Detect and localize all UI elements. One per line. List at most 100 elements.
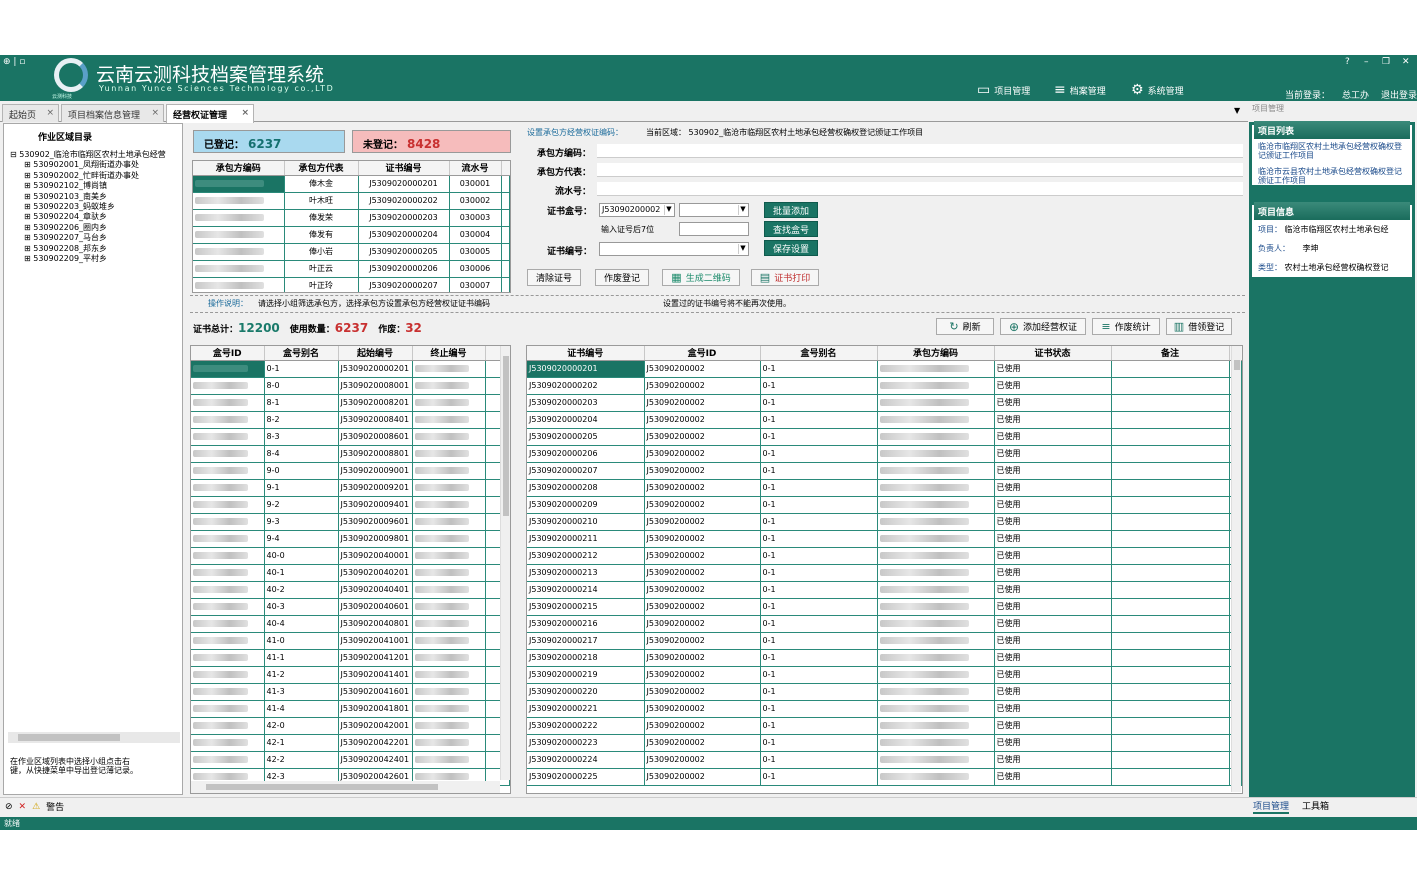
bottom-tab-toolbox[interactable]: 工具箱	[1302, 799, 1329, 812]
contractor-code-field[interactable]	[597, 144, 1243, 158]
table-row[interactable]: 9-1 J5309020009201	[191, 479, 510, 497]
find-box-button[interactable]: 查找盒号	[764, 221, 818, 237]
table-row[interactable]: 8-1 J5309020008201	[191, 394, 510, 412]
table-row[interactable]: 俸小岩 J5309020000205 030005	[193, 243, 510, 261]
cert-no-select[interactable]: ▼	[599, 242, 749, 256]
table-row[interactable]: J5309020000219 J53090200002 0-1 已使用	[527, 666, 1242, 684]
tree-node[interactable]: ⊞ 530902103_南美乡	[10, 192, 166, 202]
void-register-button[interactable]: 作废登记	[595, 269, 649, 286]
table-row[interactable]: J5309020000203 J53090200002 0-1 已使用	[527, 394, 1242, 412]
close-icon[interactable]: ×	[151, 108, 159, 118]
table-row[interactable]: 俸木金 J5309020000201 030001	[193, 175, 510, 193]
table-row[interactable]: J5309020000223 J53090200002 0-1 已使用	[527, 734, 1242, 752]
table-row[interactable]: J5309020000225 J53090200002 0-1 已使用	[527, 768, 1242, 786]
col-header[interactable]: 证书编号	[358, 161, 450, 176]
menu-archive[interactable]: ≡ 档案管理	[1054, 82, 1106, 98]
contractor-rep-field[interactable]	[597, 163, 1243, 177]
tree-node[interactable]: ⊞ 530902209_平村乡	[10, 254, 166, 264]
user-name[interactable]: 总工办	[1342, 88, 1369, 101]
box-grid-vscrollbar[interactable]	[500, 346, 510, 780]
table-row[interactable]: 俸发有 J5309020000204 030004	[193, 226, 510, 244]
table-row[interactable]: 40-1 J5309020040201	[191, 564, 510, 582]
table-row[interactable]: J5309020000222 J53090200002 0-1 已使用	[527, 717, 1242, 735]
table-row[interactable]: J5309020000202 J53090200002 0-1 已使用	[527, 377, 1242, 395]
col-header[interactable]: 备注	[1111, 346, 1230, 361]
tree-node[interactable]: ⊞ 530902001_凤翔街道办事处	[10, 160, 166, 170]
col-header[interactable]: 盒号ID	[644, 346, 761, 361]
save-settings-button[interactable]: 保存设置	[764, 240, 818, 256]
refresh-button[interactable]: ↻ 刷新	[936, 318, 994, 335]
void-stats-button[interactable]: ≡ 作废统计	[1092, 318, 1160, 335]
print-cert-button[interactable]: ▤ 证书打印	[751, 269, 819, 286]
table-row[interactable]: J5309020000214 J53090200002 0-1 已使用	[527, 581, 1242, 599]
table-row[interactable]: 42-1 J5309020042201	[191, 734, 510, 752]
tree-node[interactable]: ⊞ 530902207_马台乡	[10, 233, 166, 243]
table-row[interactable]: 41-0 J5309020041001	[191, 632, 510, 650]
table-row[interactable]: 叶正玲 J5309020000207 030007	[193, 277, 510, 292]
table-row[interactable]: 叶木旺 J5309020000202 030002	[193, 192, 510, 210]
table-row[interactable]: J5309020000213 J53090200002 0-1 已使用	[527, 564, 1242, 582]
table-row[interactable]: 41-2 J5309020041401	[191, 666, 510, 684]
table-row[interactable]: 9-0 J5309020009001	[191, 462, 510, 480]
scroll-thumb[interactable]	[18, 734, 120, 741]
col-header[interactable]: 流水号	[449, 161, 502, 176]
serial-field[interactable]	[597, 182, 1243, 196]
error-icon[interactable]: ✕	[19, 802, 27, 812]
col-header[interactable]: 盒号别名	[760, 346, 878, 361]
tree-node[interactable]: ⊞ 530902102_博尚镇	[10, 181, 166, 191]
table-row[interactable]: J5309020000212 J53090200002 0-1 已使用	[527, 547, 1242, 565]
table-row[interactable]: J5309020000224 J53090200002 0-1 已使用	[527, 751, 1242, 769]
scroll-thumb[interactable]	[206, 784, 438, 790]
table-row[interactable]: 0-1 J5309020000201	[191, 360, 510, 378]
tab-cert-management[interactable]: 经营权证管理 ×	[166, 104, 254, 123]
table-row[interactable]: J5309020000221 J53090200002 0-1 已使用	[527, 700, 1242, 718]
tree-node[interactable]: ⊞ 530902206_圈内乡	[10, 223, 166, 233]
tab-project-archive[interactable]: 项目档案信息管理 ×	[61, 104, 164, 122]
col-header[interactable]: 证书状态	[994, 346, 1112, 361]
cert-grid-vscrollbar[interactable]	[1231, 346, 1241, 792]
bottom-tab-project[interactable]: 项目管理	[1253, 799, 1290, 814]
tree-hscrollbar[interactable]	[8, 732, 180, 743]
table-row[interactable]: 40-3 J5309020040601	[191, 598, 510, 616]
col-header[interactable]: 起始编号	[338, 346, 413, 361]
table-row[interactable]: J5309020000215 J53090200002 0-1 已使用	[527, 598, 1242, 616]
table-row[interactable]: J5309020000208 J53090200002 0-1 已使用	[527, 479, 1242, 497]
clear-no-button[interactable]: 清除证号	[527, 269, 581, 286]
table-row[interactable]: 40-2 J5309020040401	[191, 581, 510, 599]
tree-node[interactable]: ⊞ 530902002_忙畔街道办事处	[10, 171, 166, 181]
table-row[interactable]: J5309020000209 J53090200002 0-1 已使用	[527, 496, 1242, 514]
col-header[interactable]: 终止编号	[412, 346, 486, 361]
scroll-thumb[interactable]	[1234, 360, 1240, 370]
add-cert-button[interactable]: ⊕ 添加经营权证	[1000, 318, 1086, 335]
col-header[interactable]: 承包方代表	[284, 161, 359, 176]
table-row[interactable]: J5309020000201 J53090200002 0-1 已使用	[527, 360, 1242, 378]
table-row[interactable]: 40-0 J5309020040001	[191, 547, 510, 565]
table-row[interactable]: J5309020000218 J53090200002 0-1 已使用	[527, 649, 1242, 667]
borrow-register-button[interactable]: ▥ 借领登记	[1166, 318, 1232, 335]
tree-root[interactable]: ⊟ 530902_临沧市临翔区农村土地承包经营	[10, 150, 166, 160]
table-row[interactable]: J5309020000205 J53090200002 0-1 已使用	[527, 428, 1242, 446]
table-row[interactable]: 9-3 J5309020009601	[191, 513, 510, 531]
menu-system[interactable]: ⚙ 系统管理	[1131, 82, 1184, 98]
warning-icon[interactable]: ⚠	[32, 802, 40, 812]
table-row[interactable]: 41-4 J5309020041801	[191, 700, 510, 718]
close-button[interactable]: ✕	[1402, 57, 1410, 67]
app-menu-icon[interactable]: ⊕ | ▫	[3, 57, 25, 67]
tab-start[interactable]: 起始页 ×	[2, 104, 59, 122]
box-alias-select[interactable]: ▼	[679, 203, 749, 217]
table-row[interactable]: J5309020000217 J53090200002 0-1 已使用	[527, 632, 1242, 650]
project-list-item[interactable]: 临沧市云县农村土地承包经营权确权登记颁证工作项目	[1258, 167, 1404, 185]
table-row[interactable]: J5309020000220 J53090200002 0-1 已使用	[527, 683, 1242, 701]
table-row[interactable]: J5309020000207 J53090200002 0-1 已使用	[527, 462, 1242, 480]
warning-label[interactable]: 警告	[46, 800, 64, 813]
project-list-item[interactable]: 临沧市临翔区农村土地承包经营权确权登记颁证工作项目	[1258, 142, 1404, 160]
table-row[interactable]: 8-0 J5309020008001	[191, 377, 510, 395]
table-row[interactable]: J5309020000216 J53090200002 0-1 已使用	[527, 615, 1242, 633]
table-row[interactable]: 9-2 J5309020009401	[191, 496, 510, 514]
table-row[interactable]: 8-2 J5309020008401	[191, 411, 510, 429]
table-row[interactable]: 40-4 J5309020040801	[191, 615, 510, 633]
table-row[interactable]: 8-4 J5309020008801	[191, 445, 510, 463]
col-header[interactable]: 承包方编码	[877, 346, 995, 361]
table-row[interactable]: 8-3 J5309020008601	[191, 428, 510, 446]
col-header[interactable]: 盒号ID	[191, 346, 265, 361]
